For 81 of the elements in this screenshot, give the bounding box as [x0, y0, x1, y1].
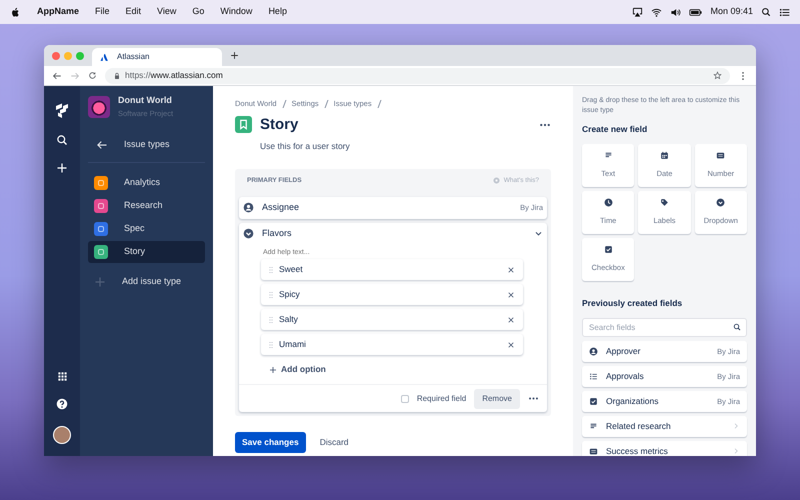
menu-item[interactable]: File — [95, 5, 110, 19]
volume-icon[interactable] — [670, 6, 682, 18]
number-field-icon — [716, 151, 726, 160]
menubar-clock[interactable]: Mon 09:41 — [710, 5, 753, 19]
avatar-placeholder[interactable] — [53, 426, 71, 444]
person-icon — [243, 202, 254, 214]
remove-option-icon[interactable] — [507, 266, 515, 274]
option-label[interactable]: Sweet — [279, 263, 303, 276]
page-title: Story — [260, 114, 298, 135]
triangle-logo-icon — [100, 52, 109, 62]
new-tab-icon[interactable] — [230, 51, 239, 60]
number-field-icon — [589, 446, 598, 456]
field-list-item[interactable]: Success metrics — [582, 440, 747, 456]
menu-item[interactable]: Window — [220, 5, 252, 19]
add-option-button[interactable]: Add option — [263, 359, 332, 380]
plus-icon — [94, 276, 106, 288]
dropdown-icon — [716, 198, 726, 208]
list-icon — [589, 372, 598, 381]
lines-icon — [589, 422, 598, 431]
field-list-item[interactable]: Related research — [582, 416, 747, 437]
discard-button[interactable]: Discard — [314, 432, 355, 453]
plus-icon — [269, 366, 277, 374]
tag-icon — [660, 198, 669, 208]
project-name: Donut World — [118, 94, 173, 108]
option-label[interactable]: Spicy — [279, 288, 300, 302]
checkbox-label[interactable]: Required field — [416, 392, 466, 405]
remove-button[interactable]: Remove — [474, 388, 520, 409]
menu-item[interactable]: View — [157, 5, 176, 19]
section-title[interactable]: Issue types — [124, 138, 170, 152]
browser-tab[interactable]: Atlassian — [92, 48, 222, 66]
project-avatar[interactable] — [88, 96, 110, 118]
address-bar[interactable]: https://www.atlassian.com — [105, 68, 730, 84]
checkbox[interactable] — [400, 394, 409, 403]
back-icon[interactable] — [52, 70, 62, 81]
search-icon[interactable] — [56, 134, 68, 146]
person-icon — [589, 346, 598, 356]
chevron-right-icon — [732, 447, 740, 456]
wifi-icon[interactable] — [651, 6, 662, 18]
sidebar-item[interactable]: Research — [88, 195, 205, 218]
search-icon[interactable] — [761, 7, 771, 17]
menu-item[interactable]: Go — [192, 5, 204, 19]
search-field[interactable]: Search fields — [582, 318, 747, 337]
section-heading: Previously created fields — [582, 296, 684, 310]
jira-logo-icon[interactable] — [54, 102, 70, 118]
collapse-chevron-icon[interactable] — [534, 229, 543, 238]
checkbox-icon — [604, 245, 613, 254]
menu-icon[interactable] — [779, 6, 790, 18]
option-label[interactable]: Salty — [279, 313, 298, 326]
remove-option-icon[interactable] — [507, 340, 515, 349]
app-name-menu[interactable]: AppName — [37, 5, 80, 19]
back-arrow-icon[interactable] — [96, 138, 108, 151]
airplay-icon[interactable] — [632, 6, 644, 18]
field-label[interactable]: Assignee — [262, 201, 300, 215]
field-label[interactable]: Flavors — [262, 227, 292, 241]
chevron-right-icon — [732, 422, 740, 430]
help-icon[interactable] — [56, 398, 68, 410]
apple-logo-icon[interactable] — [10, 6, 21, 18]
lock-icon — [113, 72, 121, 80]
info-icon — [492, 177, 500, 184]
menu-item[interactable]: Edit — [126, 5, 142, 19]
menu-item[interactable]: Help — [268, 5, 287, 19]
bookmark-icon — [238, 119, 249, 130]
checkbox-icon — [589, 396, 598, 406]
create-icon[interactable] — [56, 162, 68, 174]
save-changes-button[interactable]: Save changes — [235, 432, 306, 453]
reload-icon[interactable] — [88, 71, 97, 80]
description-text[interactable]: Use this for a user story — [260, 140, 551, 153]
add-issue-type-link[interactable]: Add issue type — [88, 271, 205, 294]
remove-option-icon[interactable] — [507, 316, 515, 324]
bookmark-star-icon[interactable] — [713, 71, 722, 80]
dropdown-icon — [243, 228, 254, 240]
sidebar-item[interactable]: Analytics — [88, 172, 205, 194]
option-label[interactable]: Umami — [279, 338, 306, 352]
sidebar-item[interactable]: Story — [88, 241, 205, 264]
calendar-icon — [660, 151, 669, 160]
clock-icon — [604, 198, 613, 208]
search-icon — [733, 323, 741, 332]
remove-option-icon[interactable] — [507, 290, 515, 299]
section-heading: Create new field — [582, 123, 648, 136]
app-switcher-icon[interactable] — [56, 371, 68, 382]
sidebar-item[interactable]: Spec — [88, 218, 205, 240]
